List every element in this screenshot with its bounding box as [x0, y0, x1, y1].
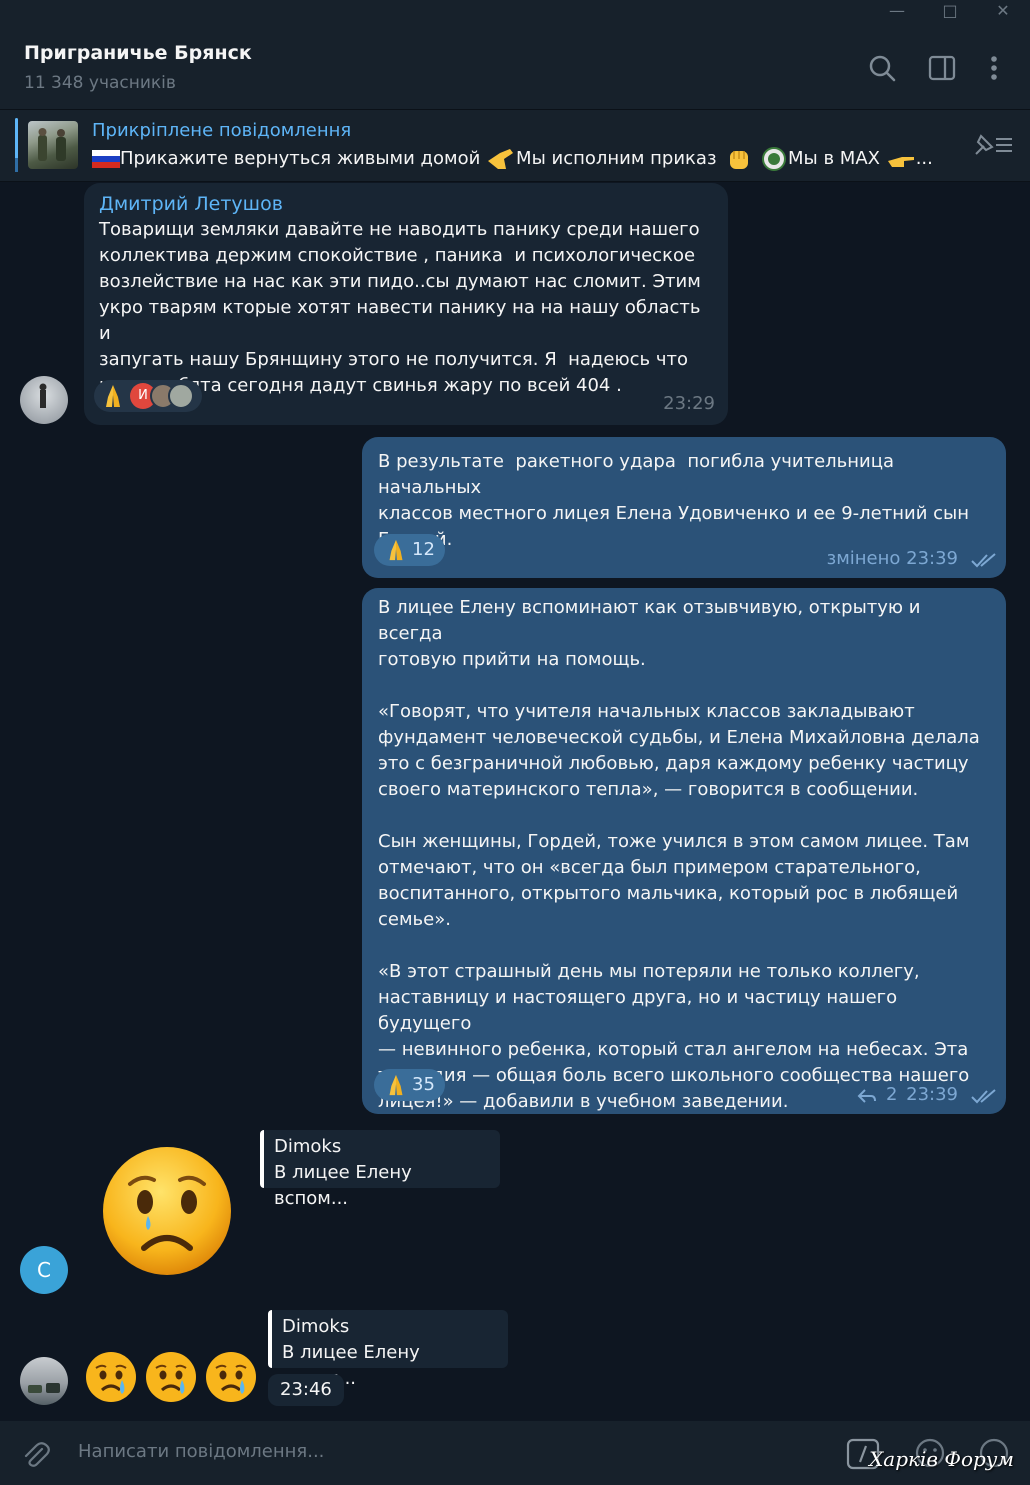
message-time: 23:29: [663, 393, 715, 414]
pinned-text-part-1: Прикажите вернуться живыми домой: [120, 148, 481, 169]
badge-icon: [762, 147, 786, 171]
message-text: В лицее Елену вспоминают как отзывчивую,…: [378, 597, 980, 1112]
reaction-count: 12: [412, 539, 435, 560]
window-titlebar: — □ ✕: [0, 0, 1030, 26]
reply-quote[interactable]: Dimoks В лицее Елену вспом...: [268, 1310, 508, 1389]
reply-author: Dimoks: [274, 1136, 342, 1157]
sad-tear-face-icon[interactable]: [100, 1144, 234, 1278]
double-check-icon: [971, 1089, 996, 1104]
reply-snippet: В лицее Елену вспом...: [274, 1162, 412, 1209]
salute-icon: [488, 149, 514, 169]
message-composer: Написати повідомлення... Харків Форум: [0, 1421, 1030, 1485]
pinned-thumbnail: [28, 121, 78, 169]
crying-face-icon[interactable]: [84, 1350, 138, 1404]
message-text: Товарищи земляки давайте не наводить пан…: [99, 219, 701, 396]
pinned-text: Прикажите вернуться живыми домой Мы испо…: [92, 146, 933, 172]
sender-name[interactable]: Дмитрий Летушов: [99, 191, 713, 217]
reaction-praying[interactable]: 35: [374, 1069, 445, 1101]
reaction-group[interactable]: И: [94, 380, 202, 412]
maximize-button[interactable]: □: [925, 0, 975, 26]
message-input[interactable]: Написати повідомлення...: [78, 1441, 324, 1462]
reply-arrow-icon[interactable]: [857, 1088, 877, 1104]
double-check-icon: [971, 553, 996, 568]
close-window-button[interactable]: ✕: [978, 0, 1028, 26]
avatar-dmitry[interactable]: [20, 376, 68, 424]
search-icon[interactable]: [866, 52, 898, 84]
raised-fist-icon: [730, 151, 749, 169]
pinned-text-ellipsis: ...: [915, 148, 933, 169]
pinned-text-part-2: Мы исполним приказ: [516, 148, 717, 169]
praying-hands-icon: [389, 1074, 403, 1096]
praying-hands-icon: [389, 539, 403, 561]
pinned-message-bar[interactable]: Прикріплене повідомлення Прикажите верну…: [0, 110, 1030, 182]
message-time: 23:46: [268, 1374, 344, 1406]
avatar-user-c[interactable]: С: [20, 1246, 68, 1294]
member-count: 11 348 учасників: [24, 73, 176, 93]
pinned-indicator-secondary: [15, 158, 18, 172]
pinned-list-icon[interactable]: [972, 132, 1016, 158]
reactor-avatar: [168, 383, 194, 409]
more-options-icon[interactable]: [978, 52, 1010, 84]
message-time: 23:39: [906, 1084, 958, 1105]
reply-quote[interactable]: Dimoks В лицее Елену вспом...: [260, 1130, 500, 1209]
reaction-praying[interactable]: 12: [374, 534, 445, 566]
chat-header[interactable]: Приграничье Брянск 11 348 учасників: [0, 26, 1030, 110]
reaction-count: 35: [412, 1074, 435, 1095]
message-bubble-outgoing[interactable]: В лицее Елену вспоминают как отзывчивую,…: [362, 588, 1006, 1114]
praying-hands-icon: [106, 385, 120, 407]
reply-author: Dimoks: [282, 1316, 350, 1337]
message-bubble-incoming[interactable]: Дмитрий Летушов Товарищи земляки давайте…: [84, 183, 728, 425]
sidebar-toggle-icon[interactable]: [926, 52, 958, 84]
chat-title: Приграничье Брянск: [24, 42, 252, 64]
russia-flag-icon: [92, 150, 120, 168]
pinned-text-part-3: Мы в MAX: [788, 148, 880, 169]
message-bubble-outgoing[interactable]: В результате ракетного удара погибла учи…: [362, 437, 1006, 578]
message-time: змінено 23:39: [826, 548, 958, 569]
reply-count[interactable]: 2: [886, 1082, 897, 1108]
message-text: В результате ракетного удара погибла учи…: [378, 451, 969, 550]
crying-face-icon[interactable]: [204, 1350, 258, 1404]
avatar-user-vehicle[interactable]: [20, 1357, 68, 1405]
pointing-hand-icon: [887, 157, 914, 167]
crying-face-icon[interactable]: [144, 1350, 198, 1404]
attach-paperclip-icon[interactable]: [20, 1439, 52, 1471]
watermark: Харків Форум: [869, 1447, 1014, 1471]
minimize-button[interactable]: —: [872, 0, 922, 26]
pinned-title: Прикріплене повідомлення: [92, 120, 352, 141]
